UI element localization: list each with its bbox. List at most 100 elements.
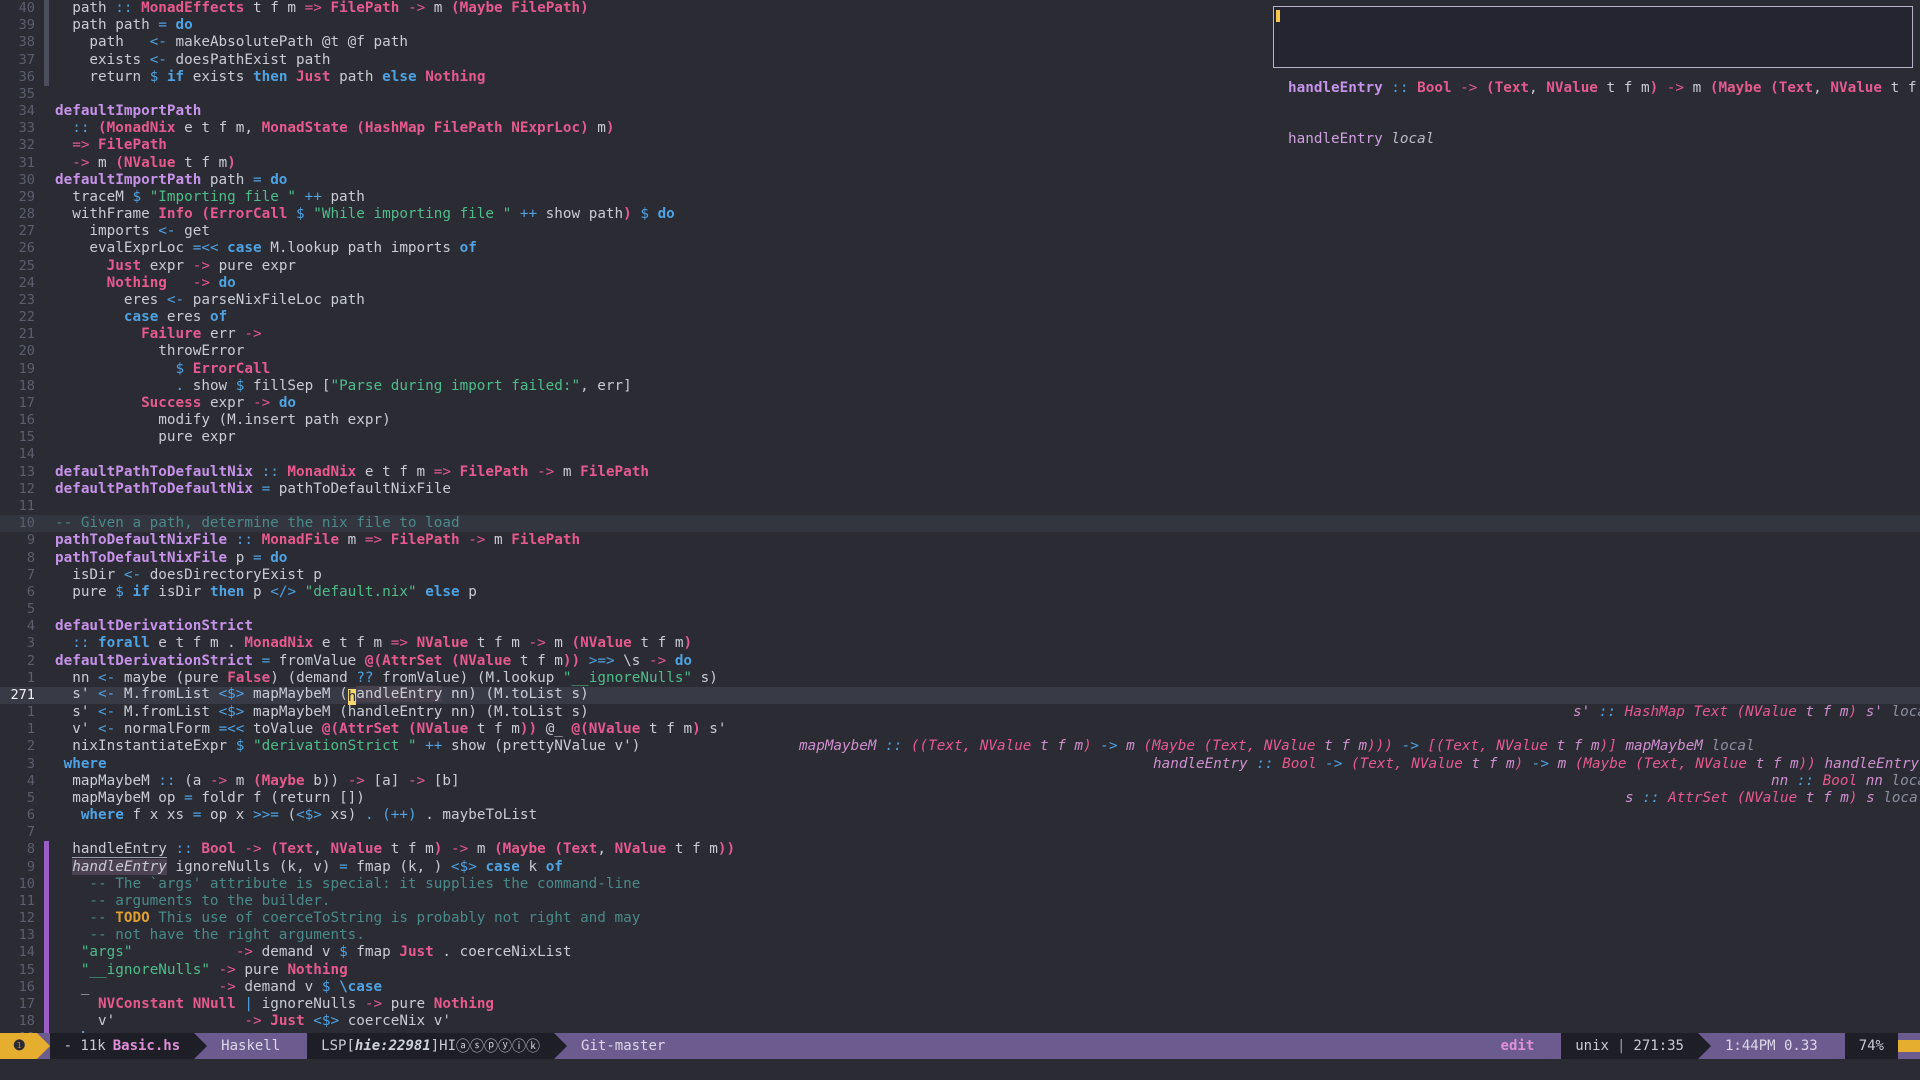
- code-token: (: [485, 704, 494, 720]
- code-line[interactable]: 7 isDir <- doesDirectoryExist p: [0, 567, 1920, 584]
- code-token: [158, 69, 167, 85]
- code-line[interactable]: 15 "__ignoreNulls" -> pure Nothing: [0, 962, 1920, 979]
- code-token: p: [227, 550, 253, 566]
- code-line[interactable]: 9pathToDefaultNixFile :: MonadFile m => …: [0, 532, 1920, 549]
- code-line[interactable]: 19 $ ErrorCall: [0, 361, 1920, 378]
- code-line[interactable]: 20 throwError: [0, 343, 1920, 360]
- command-line[interactable]: [0, 1059, 1920, 1080]
- code-token: . coerceNixList: [434, 944, 572, 960]
- line-number: 18: [0, 378, 44, 395]
- code-token: @t @f: [322, 34, 365, 50]
- code-line[interactable]: 17 Success expr -> do: [0, 395, 1920, 412]
- status-mode-flag[interactable]: ❶: [0, 1033, 37, 1059]
- code-line[interactable]: 14 "args" -> demand v $ fmap Just . coer…: [0, 944, 1920, 961]
- line-number: 14: [0, 944, 44, 961]
- code-line[interactable]: 10 -- The `args' attribute is special: i…: [0, 876, 1920, 893]
- code-line[interactable]: 4defaultDerivationStrict: [0, 618, 1920, 635]
- code-line[interactable]: 3 wherehandleEntry :: Bool -> (Text, NVa…: [0, 756, 1920, 773]
- code-line[interactable]: 21 Failure err ->: [0, 326, 1920, 343]
- line-number: 33: [0, 120, 44, 137]
- gutter-change-marker: [44, 498, 49, 515]
- code-line[interactable]: 18 v' -> Just <$> coerceNix v': [0, 1013, 1920, 1030]
- code-token: "__ignoreNulls": [563, 670, 692, 686]
- code-line[interactable]: 9 handleEntry ignoreNulls (k, v) = fmap …: [0, 859, 1920, 876]
- code-line[interactable]: 12defaultPathToDefaultNix = pathToDefaul…: [0, 481, 1920, 498]
- code-token: pure expr: [210, 258, 296, 274]
- code-line[interactable]: 6 pure $ if isDir then p </> "default.ni…: [0, 584, 1920, 601]
- code-line[interactable]: 10 -- Given a path, determine the nix fil…: [0, 515, 1920, 532]
- status-file-segment[interactable]: - 11k Basic.hs: [50, 1033, 195, 1059]
- code-text: where f x xs = op x >>= (<$> xs) . (++) …: [49, 807, 1920, 824]
- code-token: </>: [270, 584, 296, 600]
- code-line[interactable]: 3 :: forall e t f m . MonadNix e t f m =…: [0, 635, 1920, 652]
- code-token: (: [339, 704, 348, 720]
- code-token: (: [572, 635, 581, 651]
- code-line[interactable]: 22 case eres of: [0, 309, 1920, 326]
- status-lsp-server: hie:22981: [355, 1038, 431, 1054]
- virtual-text-token: ->: [1325, 756, 1351, 772]
- code-line[interactable]: 1 s' <- M.fromList <$> mapMaybeM (handle…: [0, 704, 1920, 721]
- code-line[interactable]: 4 mapMaybeM :: (a -> m (Maybe b)) -> [a]…: [0, 773, 1920, 790]
- status-lsp-segment[interactable]: LSP[hie:22981]HIⓐⓢⓟⓨⓘⓚ: [307, 1033, 554, 1059]
- code-text: $ ErrorCall: [49, 361, 1920, 378]
- status-filetype-segment[interactable]: Haskell: [207, 1033, 294, 1059]
- code-text: defaultPathToDefaultNix :: MonadNix e t …: [49, 464, 1920, 481]
- code-line[interactable]: 13defaultPathToDefaultNix :: MonadNix e …: [0, 464, 1920, 481]
- line-number: 8: [0, 841, 44, 858]
- code-line[interactable]: 15 pure expr: [0, 429, 1920, 446]
- code-line[interactable]: 13 -- not have the right arguments.: [0, 927, 1920, 944]
- sep-editmode-fileformat: [1548, 1033, 1561, 1059]
- code-line[interactable]: 1 nn <- maybe (pure False) (demand ?? fr…: [0, 670, 1920, 687]
- code-token: NValue: [417, 721, 469, 737]
- code-token: [417, 807, 426, 823]
- virtual-text-token: ::: [1797, 773, 1823, 789]
- code-token: b: [305, 773, 322, 789]
- code-line[interactable]: 11: [0, 498, 1920, 515]
- code-line[interactable]: 11 -- arguments to the builder.: [0, 893, 1920, 910]
- code-token: [b]: [434, 773, 460, 789]
- code-token: t f m: [632, 635, 684, 651]
- code-token: [305, 206, 314, 222]
- popup-accent-bar: [1276, 10, 1280, 22]
- line-number: 11: [0, 498, 44, 515]
- status-edit-mode: edit: [1501, 1038, 1535, 1054]
- code-line[interactable]: 5 mapMaybeM op = foldr f (return [])s ::…: [0, 790, 1920, 807]
- code-line[interactable]: 18 . show $ fillSep ["Parse during impor…: [0, 378, 1920, 395]
- code-token: imports: [55, 223, 158, 239]
- code-line[interactable]: 2 nixInstantiateExpr $ "derivationStrict…: [0, 738, 1920, 755]
- code-line[interactable]: 16 _ -> demand v $ \case: [0, 979, 1920, 996]
- code-line-current[interactable]: 271 s' <- M.fromList <$> mapMaybeM (hand…: [0, 687, 1920, 704]
- line-number: 10: [0, 515, 44, 532]
- virtual-text-token: (Maybe: [1575, 756, 1635, 772]
- code-line[interactable]: 6 where f x xs = op x >>= (<$> xs) . (++…: [0, 807, 1920, 824]
- code-line[interactable]: 14: [0, 446, 1920, 463]
- code-line[interactable]: 25 Just expr -> pure expr: [0, 258, 1920, 275]
- line-number: 36: [0, 69, 44, 86]
- code-line[interactable]: 2defaultDerivationStrict = fromValue @(A…: [0, 653, 1920, 670]
- code-line[interactable]: 12 -- TODO This use of coerceToString is…: [0, 910, 1920, 927]
- code-line[interactable]: 7: [0, 824, 1920, 841]
- code-line[interactable]: 24 Nothing -> do: [0, 275, 1920, 292]
- status-editmode-segment[interactable]: edit: [1487, 1033, 1549, 1059]
- code-line[interactable]: 8 handleEntry :: Bool -> (Text, NValue t…: [0, 841, 1920, 858]
- line-number: 19: [0, 361, 44, 378]
- code-line[interactable]: 8pathToDefaultNixFile p = do: [0, 550, 1920, 567]
- status-percent-segment[interactable]: 74%: [1845, 1033, 1898, 1059]
- code-token: Success: [141, 395, 201, 411]
- gutter-change-marker: [44, 446, 49, 463]
- code-token: -- Given a path, determine the nix file …: [55, 515, 460, 531]
- code-line[interactable]: 23 eres <- parseNixFileLoc path: [0, 292, 1920, 309]
- code-line[interactable]: 27 imports <- get: [0, 223, 1920, 240]
- status-position-segment[interactable]: unix | 271:35: [1561, 1033, 1698, 1059]
- code-line[interactable]: 17 NVConstant NNull | ignoreNulls -> pur…: [0, 996, 1920, 1013]
- virtual-text-token: NValue: [1746, 790, 1798, 806]
- code-line[interactable]: 5: [0, 601, 1920, 618]
- status-clock-segment[interactable]: 1:44PM 0.33: [1711, 1033, 1832, 1059]
- code-line[interactable]: 26 evalExprLoc =<< case M.lookup path im…: [0, 240, 1920, 257]
- code-line[interactable]: 16 modify (M.insert path expr): [0, 412, 1920, 429]
- status-git-branch-segment[interactable]: Git-master: [567, 1033, 679, 1059]
- code-line[interactable]: 1 v' <- normalForm =<< toValue @(AttrSet…: [0, 721, 1920, 738]
- code-line[interactable]: 28 withFrame Info (ErrorCall $ "While im…: [0, 206, 1920, 223]
- code-line[interactable]: 29 traceM $ "Importing file " ++ path: [0, 189, 1920, 206]
- virtual-text-token: Text, NValue: [1644, 756, 1747, 772]
